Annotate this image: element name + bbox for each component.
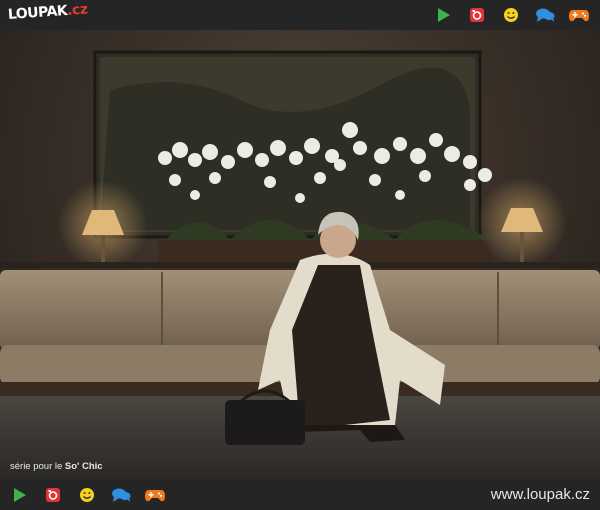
photo-caption: série pour le So' Chic — [10, 460, 103, 474]
gamepad-icon[interactable] — [568, 5, 590, 25]
logo-main: LOUPAK — [7, 2, 68, 23]
site-logo[interactable]: LOUPAK.cz — [7, 0, 88, 25]
top-icon-bar — [432, 5, 590, 25]
top-bar: LOUPAK.cz — [0, 0, 600, 30]
main-photo — [0, 30, 600, 480]
caption-brand: So' Chic — [64, 461, 103, 472]
instagram-icon[interactable] — [42, 485, 64, 505]
smiley-icon[interactable] — [76, 485, 98, 505]
handbag — [225, 400, 305, 445]
photo-illustration — [0, 50, 600, 480]
instagram-icon[interactable] — [466, 5, 488, 25]
gamepad-icon[interactable] — [144, 485, 166, 505]
logo-tld: .cz — [66, 1, 88, 19]
chat-icon[interactable] — [534, 5, 556, 25]
play-icon[interactable] — [432, 5, 454, 25]
caption-prefix: série pour le — [10, 461, 63, 472]
play-icon[interactable] — [8, 485, 30, 505]
smiley-icon[interactable] — [500, 5, 522, 25]
bottom-icon-bar — [8, 485, 166, 505]
chat-icon[interactable] — [110, 485, 132, 505]
site-url-link[interactable]: www.loupak.cz — [491, 484, 590, 506]
